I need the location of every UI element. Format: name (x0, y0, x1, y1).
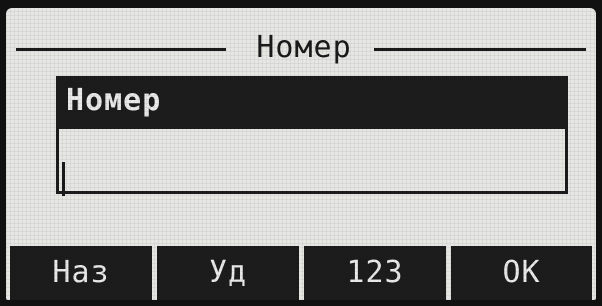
softkey-bar: Наз Уд 123 OK (6, 246, 596, 300)
ok-softkey[interactable]: OK (451, 246, 592, 300)
back-softkey[interactable]: Наз (10, 246, 152, 300)
number-field-header: Номер (56, 76, 568, 126)
number-field-group: Номер (56, 76, 568, 196)
title-divider-right (374, 48, 586, 51)
number-field-label: Номер (66, 83, 162, 118)
text-cursor (62, 162, 65, 196)
phone-bezel: Номер Номер Наз Уд 123 OK (0, 0, 602, 306)
input-mode-softkey[interactable]: 123 (304, 246, 446, 300)
screen-title: Номер (256, 30, 352, 65)
lcd-screen: Номер Номер Наз Уд 123 OK (6, 8, 596, 300)
title-divider-left (16, 48, 226, 51)
delete-softkey[interactable]: Уд (157, 246, 299, 300)
number-input[interactable] (56, 126, 568, 194)
screen-title-row: Номер (16, 30, 586, 66)
